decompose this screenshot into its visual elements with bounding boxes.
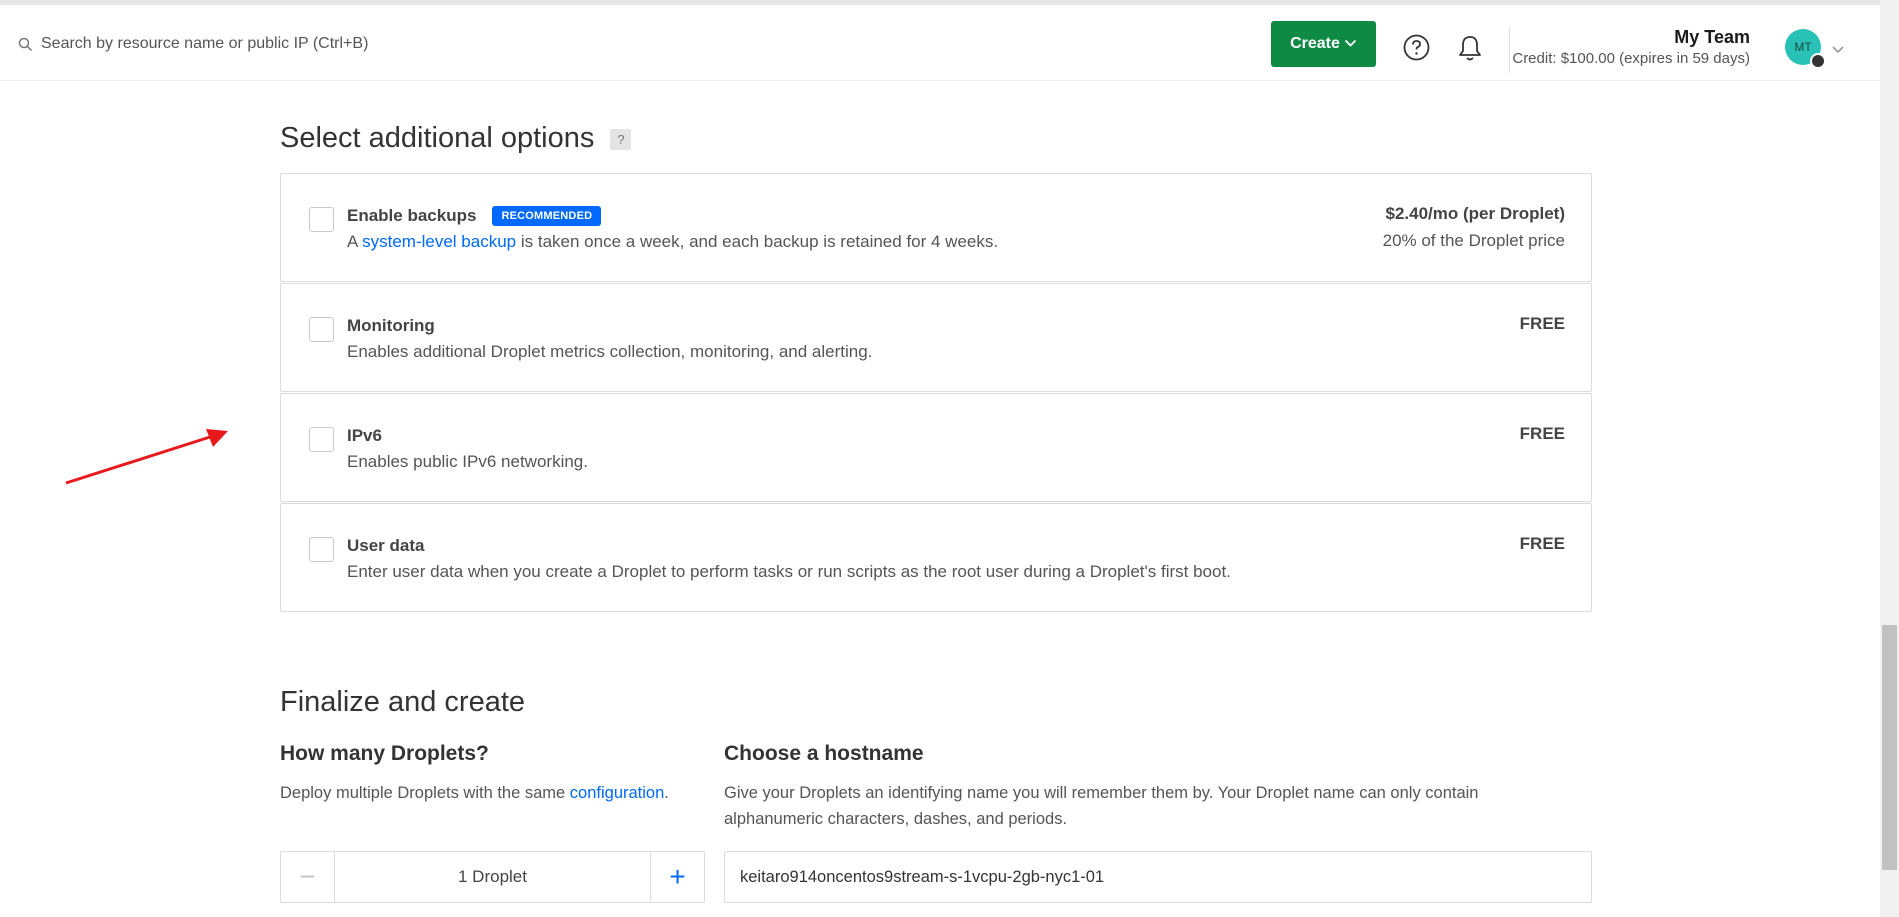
search-placeholder: Search by resource name or public IP (Ct… [41,35,369,52]
help-badge[interactable]: ? [610,128,632,150]
additional-options-title: Select additional options [280,122,595,154]
option-monitoring[interactable]: Monitoring Enables additional Droplet me… [280,283,1592,392]
team-name: My Team [1674,27,1750,47]
droplet-count-heading: How many Droplets? [280,742,489,765]
increment-button[interactable]: + [650,852,704,902]
backups-checkbox[interactable] [309,207,334,232]
option-ipv6[interactable]: IPv6 Enables public IPv6 networking. FRE… [280,393,1592,502]
desc-prefix: A [347,232,363,251]
search-bar[interactable]: Search by resource name or public IP (Ct… [18,35,368,53]
top-bar: Search by resource name or public IP (Ct… [0,0,1880,81]
option-description: Enables public IPv6 networking. [347,452,588,471]
additional-options-heading: Select additional options ? [280,122,632,155]
recommended-badge: RECOMMENDED [492,206,602,226]
finalize-heading: Finalize and create [280,686,526,718]
option-title-text: IPv6 [347,426,382,445]
option-title-text: Enable backups [347,206,477,225]
option-user-data[interactable]: User data Enter user data when you creat… [280,503,1592,612]
create-button[interactable]: Create [1271,21,1376,67]
decrement-button[interactable]: − [281,852,335,902]
option-title-text: Monitoring [347,316,435,335]
bell-icon[interactable] [1457,34,1483,67]
create-button-label: Create [1290,35,1340,52]
desc-prefix: Deploy multiple Droplets with the same [280,784,570,802]
option-title: Monitoring [347,316,435,336]
ipv6-checkbox[interactable] [309,427,334,452]
help-icon[interactable] [1403,34,1430,66]
team-info[interactable]: My Team Credit: $100.00 (expires in 59 d… [1512,27,1750,67]
hostname-description: Give your Droplets an identifying name y… [724,780,1479,832]
user-data-checkbox[interactable] [309,537,334,562]
option-title: Enable backups RECOMMENDED [347,206,602,226]
monitoring-checkbox[interactable] [309,317,334,342]
avatar-badge [1810,53,1826,69]
annotation-arrow [65,429,228,485]
option-description: A system-level backup is taken once a we… [347,232,998,252]
scrollbar-thumb[interactable] [1882,625,1897,870]
option-backups[interactable]: Enable backups RECOMMENDED A system-leve… [280,173,1592,282]
topbar-divider [1509,27,1510,73]
option-title: IPv6 [347,426,382,446]
option-title: User data [347,536,424,556]
option-title-text: User data [347,536,425,555]
desc-suffix: is taken once a week, and each backup is… [516,232,999,251]
option-price: FREE [1519,424,1565,443]
option-price-sub: 20% of the Droplet price [1382,231,1565,250]
droplet-quantity-stepper[interactable]: − 1 Droplet + [280,851,705,903]
search-icon [18,37,33,52]
droplet-count-value: 1 Droplet [458,867,527,886]
chevron-down-icon[interactable] [1832,41,1844,59]
droplet-count-description: Deploy multiple Droplets with the same c… [280,780,669,806]
option-price: FREE [1519,314,1565,333]
configuration-link[interactable]: configuration [570,784,664,802]
option-description: Enables additional Droplet metrics colle… [347,342,873,361]
system-level-backup-link[interactable]: system-level backup [362,232,516,251]
option-price: FREE [1519,534,1565,553]
desc-suffix: . [664,784,669,802]
hostname-description-line-2: alphanumeric characters, dashes, and per… [724,810,1068,828]
option-description: Enter user data when you create a Drople… [347,562,1231,581]
hostname-description-line-1: Give your Droplets an identifying name y… [724,784,1479,802]
team-credit: Credit: $100.00 (expires in 59 days) [1512,50,1750,67]
hostname-heading: Choose a hostname [724,742,924,765]
avatar-initials: MT [1794,40,1812,54]
hostname-input[interactable] [724,851,1592,903]
chevron-down-icon [1344,35,1357,53]
option-price: $2.40/mo (per Droplet) [1385,204,1566,223]
